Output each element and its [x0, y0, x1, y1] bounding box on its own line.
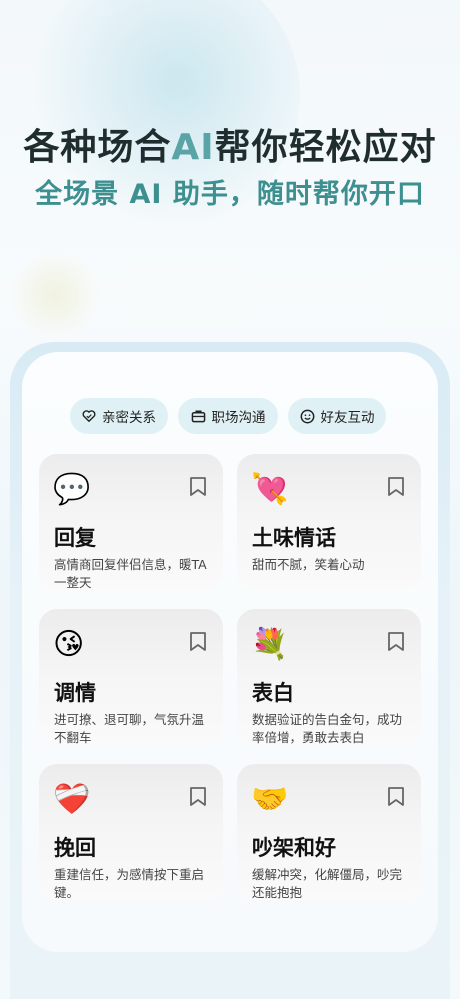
briefcase-icon	[191, 409, 206, 423]
card-description: 高情商回复伴侣信息，暖TA一整天	[54, 557, 207, 590]
card-description: 进可撩、退可聊，气氛升温不翻车	[54, 712, 205, 745]
bookmark-icon[interactable]	[387, 631, 405, 656]
headline-part: 帮你轻松应对	[214, 127, 437, 168]
card-title: 表白	[252, 681, 294, 705]
scenario-card-reply[interactable]: 💬 回复 高情商回复伴侣信息，暖TA一整天	[39, 454, 223, 590]
card-title: 挽回	[54, 836, 96, 860]
card-title: 调情	[54, 681, 96, 705]
card-description: 重建信任，为感情按下重启键。	[54, 867, 205, 900]
mending-heart-icon: ❤️‍🩹	[53, 782, 91, 817]
scenario-card-win-back[interactable]: ❤️‍🩹 挽回 重建信任，为感情按下重启键。	[39, 764, 223, 900]
scenario-card-make-up[interactable]: 🤝 吵架和好 缓解冲突，化解僵局，吵完还能抱抱	[237, 764, 421, 900]
bookmark-icon[interactable]	[387, 476, 405, 501]
bookmark-icon[interactable]	[189, 631, 207, 656]
card-description: 数据验证的告白金句，成功率倍增，勇敢去表白	[252, 712, 403, 745]
scenario-card-flirt[interactable]: 😘 调情 进可撩、退可聊，气氛升温不翻车	[39, 609, 223, 745]
card-title: 土味情话	[252, 526, 336, 550]
tab-label: 好友互动	[320, 410, 375, 426]
headline-ai: AI	[171, 127, 215, 168]
scenario-card-confession[interactable]: 💐 表白 数据验证的告白金句，成功率倍增，勇敢去表白	[237, 609, 421, 745]
smile-icon	[300, 409, 315, 424]
heart-arrow-icon: 💘	[251, 472, 289, 507]
hero-headline: 各种场合AI帮你轻松应对	[0, 118, 460, 170]
bookmark-icon[interactable]	[387, 786, 405, 811]
tab-friends[interactable]: 好友互动	[288, 398, 386, 434]
handshake-icon: 🤝	[251, 782, 289, 817]
background-blob-small	[10, 250, 100, 340]
tab-intimate[interactable]: 亲密关系	[70, 398, 168, 434]
card-description: 缓解冲突，化解僵局，吵完还能抱抱	[252, 867, 403, 900]
scenario-card-cheesy-lines[interactable]: 💘 土味情话 甜而不腻，笑着心动	[237, 454, 421, 590]
heart-outline-icon	[82, 409, 96, 423]
category-tabs: 亲密关系 职场沟通 好友互动	[0, 398, 460, 434]
card-title: 回复	[54, 526, 96, 550]
bouquet-icon: 💐	[251, 627, 289, 662]
bookmark-icon[interactable]	[189, 476, 207, 501]
kiss-face-icon: 😘	[53, 627, 85, 662]
tab-workplace[interactable]: 职场沟通	[178, 398, 278, 434]
hero-subline: 全场景 AI 助手，随时帮你开口	[35, 179, 425, 210]
speech-bubble-icon: 💬	[53, 472, 91, 507]
headline-part: 各种场合	[23, 127, 172, 168]
tab-label: 职场沟通	[211, 410, 266, 426]
bookmark-icon[interactable]	[189, 786, 207, 811]
card-description: 甜而不腻，笑着心动	[252, 557, 365, 572]
tab-label: 亲密关系	[102, 410, 156, 426]
card-title: 吵架和好	[252, 836, 336, 860]
